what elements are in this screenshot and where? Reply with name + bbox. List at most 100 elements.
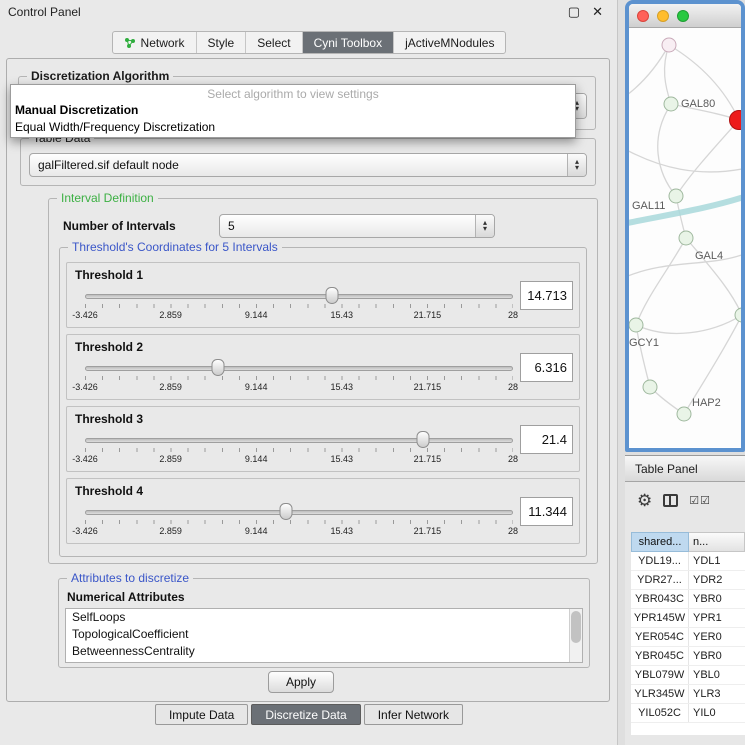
apply-button[interactable]: Apply (268, 671, 334, 693)
node-label: GAL80 (681, 98, 715, 110)
list-item[interactable]: BetweennessCentrality (66, 643, 582, 660)
list-item[interactable]: TopologicalCoefficient (66, 626, 582, 643)
dropdown-item-equal-width[interactable]: Equal Width/Frequency Discretization (11, 119, 575, 136)
float-window-icon[interactable]: ▢ (568, 4, 580, 20)
columns-icon[interactable] (663, 494, 678, 507)
slider-thumb[interactable] (280, 503, 293, 520)
tab-label: Network (141, 36, 185, 50)
cell-name[interactable]: YLR3 (689, 685, 745, 703)
cell-name[interactable]: YER0 (689, 628, 745, 646)
table-row[interactable]: YBL079W YBL0 (631, 666, 745, 685)
cell-shared-name[interactable]: YBR045C (631, 647, 689, 665)
table-row[interactable]: YBR045C YBR0 (631, 647, 745, 666)
cell-shared-name[interactable]: YPR145W (631, 609, 689, 627)
stepper-icon[interactable]: ▴ ▾ (567, 154, 586, 176)
column-header-name[interactable]: n... (689, 532, 745, 552)
scrollbar-thumb[interactable] (571, 611, 581, 643)
network-node[interactable] (643, 380, 658, 395)
cell-name[interactable]: YBR0 (689, 647, 745, 665)
cell-shared-name[interactable]: YIL052C (631, 704, 689, 722)
tab-discretize-data[interactable]: Discretize Data (251, 704, 360, 725)
node-table: shared... n... YDL19... YDL1 YDR27... YD… (631, 532, 745, 735)
threshold-label: Threshold 1 (75, 268, 143, 282)
spinner-down-icon: ▾ (575, 165, 579, 171)
slider-track[interactable] (85, 510, 513, 515)
table-header-row: shared... n... (631, 532, 745, 552)
bottom-tabbar: Impute Data Discretize Data Infer Networ… (0, 704, 618, 725)
network-node[interactable] (679, 231, 694, 246)
dropdown-item-manual-discretization[interactable]: Manual Discretization (11, 102, 575, 119)
network-node[interactable] (677, 407, 692, 422)
control-panel-titlebar: Control Panel ▢ ✕ (0, 0, 617, 24)
table-row[interactable]: YDR27... YDR2 (631, 571, 745, 590)
threshold-1-panel: Threshold 1 -3.426 2.859 9.144 15.43 21.… (66, 262, 580, 328)
tab-cyni-toolbox[interactable]: Cyni Toolbox (302, 32, 393, 53)
mac-zoom-button[interactable] (677, 10, 689, 22)
table-row[interactable]: YDL19... YDL1 (631, 552, 745, 571)
node-label: GCY1 (629, 337, 659, 349)
table-row[interactable]: YLR345W YLR3 (631, 685, 745, 704)
cell-name[interactable]: YIL0 (689, 704, 745, 722)
list-item[interactable]: SelfLoops (66, 609, 582, 626)
cell-shared-name[interactable]: YBR043C (631, 590, 689, 608)
slider-track[interactable] (85, 438, 513, 443)
cell-name[interactable]: YPR1 (689, 609, 745, 627)
slider-track[interactable] (85, 366, 513, 371)
stepper-icon[interactable]: ▴ ▾ (475, 215, 494, 237)
cell-name[interactable]: YBR0 (689, 590, 745, 608)
slider-ticks (85, 304, 513, 308)
network-node[interactable] (629, 318, 644, 333)
slider-thumb[interactable] (417, 431, 430, 448)
control-panel: Control Panel ▢ ✕ Network Style Select C… (0, 0, 618, 745)
table-row[interactable]: YIL052C YIL0 (631, 704, 745, 723)
select-columns-icon[interactable]: ☑☑ (689, 494, 711, 507)
threshold-3-slider[interactable]: -3.426 2.859 9.144 15.43 21.715 28 (85, 429, 513, 469)
network-icon (124, 37, 136, 49)
threshold-2-slider[interactable]: -3.426 2.859 9.144 15.43 21.715 28 (85, 357, 513, 397)
network-node[interactable] (669, 189, 684, 204)
cell-shared-name[interactable]: YLR345W (631, 685, 689, 703)
cell-shared-name[interactable]: YBL079W (631, 666, 689, 684)
cell-name[interactable]: YDL1 (689, 552, 745, 570)
threshold-3-value-field[interactable]: 21.4 (520, 425, 573, 454)
threshold-1-value-field[interactable]: 14.713 (520, 281, 573, 310)
tab-select[interactable]: Select (245, 32, 301, 53)
network-node[interactable] (664, 97, 679, 112)
close-icon[interactable]: ✕ (592, 4, 603, 20)
list-scrollbar[interactable] (569, 609, 582, 662)
table-row[interactable]: YPR145W YPR1 (631, 609, 745, 628)
tab-network[interactable]: Network (113, 32, 196, 53)
table-data-select[interactable]: galFiltered.sif default node ▴ ▾ (29, 153, 587, 177)
table-row[interactable]: YER054C YER0 (631, 628, 745, 647)
cell-shared-name[interactable]: YDL19... (631, 552, 689, 570)
scale-label: 28 (508, 310, 518, 320)
screen: Control Panel ▢ ✕ Network Style Select C… (0, 0, 745, 745)
tab-style[interactable]: Style (196, 32, 246, 53)
gear-icon[interactable]: ⚙ (637, 492, 652, 509)
network-node[interactable] (662, 38, 677, 53)
threshold-4-value-field[interactable]: 11.344 (520, 497, 573, 526)
network-canvas[interactable]: GAL80 GAL11 GAL4 GCY1 HAP2 (629, 28, 741, 447)
mac-minimize-button[interactable] (657, 10, 669, 22)
cell-shared-name[interactable]: YER054C (631, 628, 689, 646)
threshold-2-value-field[interactable]: 6.316 (520, 353, 573, 382)
scale-label: 9.144 (245, 454, 268, 464)
threshold-4-slider[interactable]: -3.426 2.859 9.144 15.43 21.715 28 (85, 501, 513, 541)
tab-impute-data[interactable]: Impute Data (155, 704, 248, 725)
table-panel: ⚙ ☑☑ shared... n... YDL19... YDL1 YDR27.… (625, 482, 745, 745)
tab-jactivemnodules[interactable]: jActiveMNodules (393, 32, 505, 53)
column-header-shared-name[interactable]: shared... (631, 532, 689, 552)
slider-thumb[interactable] (326, 287, 339, 304)
slider-track[interactable] (85, 294, 513, 299)
tab-infer-network[interactable]: Infer Network (364, 704, 463, 725)
cell-name[interactable]: YDR2 (689, 571, 745, 589)
intervals-select[interactable]: 5 ▴ ▾ (219, 214, 495, 238)
mac-close-button[interactable] (637, 10, 649, 22)
table-row[interactable]: YBR043C YBR0 (631, 590, 745, 609)
cell-shared-name[interactable]: YDR27... (631, 571, 689, 589)
threshold-1-slider[interactable]: -3.426 2.859 9.144 15.43 21.715 28 (85, 285, 513, 325)
scale-label: 15.43 (331, 310, 354, 320)
slider-thumb[interactable] (211, 359, 224, 376)
cell-name[interactable]: YBL0 (689, 666, 745, 684)
tab-group: Network Style Select Cyni Toolbox jActiv… (112, 31, 507, 54)
